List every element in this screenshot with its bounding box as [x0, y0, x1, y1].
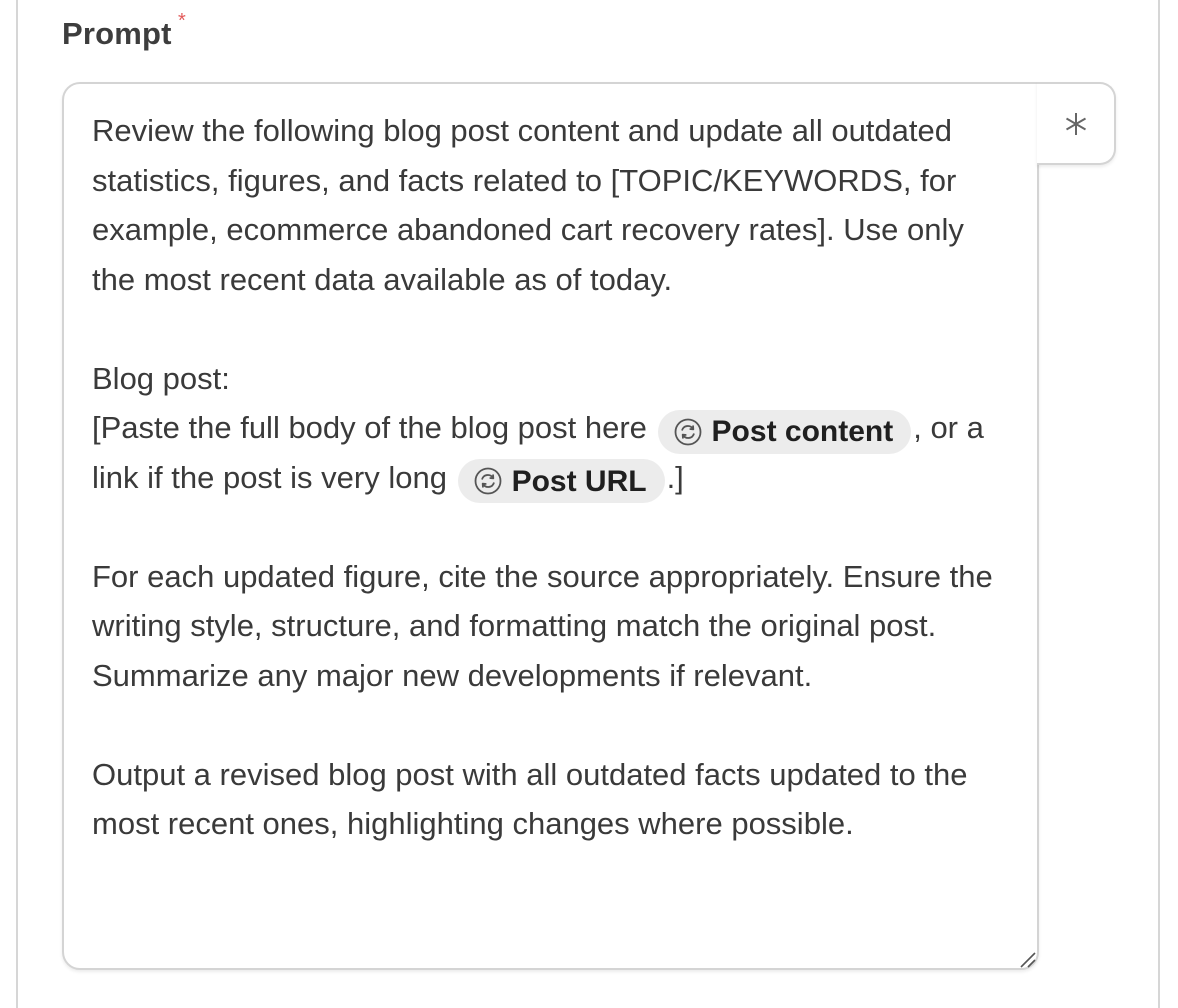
prompt-paragraph: Review the following blog post content a… [92, 113, 964, 297]
prompt-text: [Paste the full body of the blog post he… [92, 410, 656, 445]
blog-post-heading: Blog post: [92, 360, 230, 396]
insert-variable-button[interactable] [1037, 82, 1116, 165]
variable-sync-icon [474, 467, 501, 495]
required-indicator: * [178, 10, 186, 32]
prompt-text: .] [666, 459, 684, 495]
prompt-label: Prompt [62, 16, 172, 51]
chip-label: Post content [711, 415, 894, 449]
resize-handle-icon[interactable] [1018, 950, 1036, 968]
prompt-textarea[interactable]: Review the following blog post content a… [62, 82, 1039, 970]
post-url-variable-chip[interactable]: Post URL [457, 459, 665, 504]
variable-sync-icon [674, 418, 701, 446]
prompt-paragraph: For each updated figure, cite the source… [92, 558, 993, 693]
chip-label: Post URL [511, 464, 647, 498]
prompt-paragraph: Output a revised blog post with all outd… [92, 756, 968, 842]
post-content-variable-chip[interactable]: Post content [657, 409, 912, 454]
prompt-paragraph-with-variables: [Paste the full body of the blog post he… [92, 403, 1011, 504]
asterisk-icon [1065, 112, 1086, 135]
